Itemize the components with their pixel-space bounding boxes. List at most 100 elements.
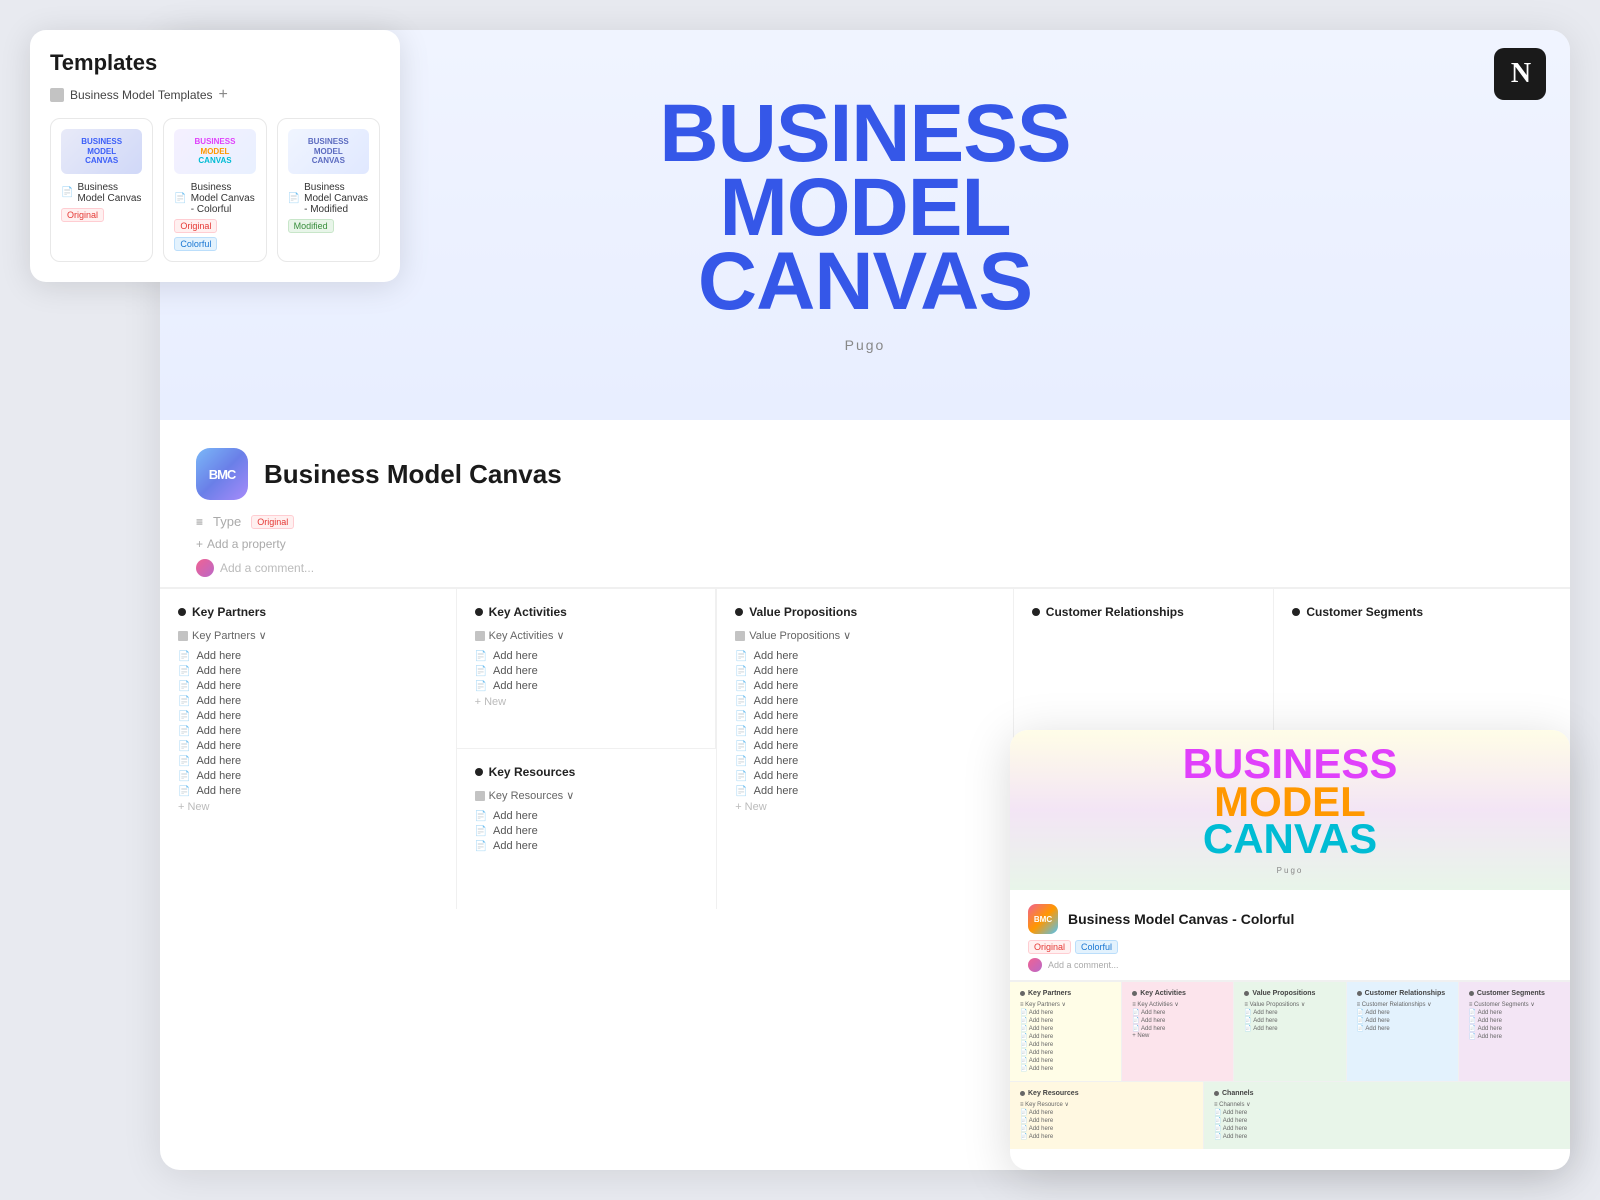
user-avatar-small (1028, 958, 1042, 972)
colorful-hero-title: BUSINESS MODEL CANVAS (1183, 745, 1398, 858)
template-card-modified[interactable]: BUSINESSMODELCANVAS 📄 Business Model Can… (277, 118, 380, 262)
colorful-tag-colorful: Colorful (1075, 940, 1118, 954)
type-value-tag: Original (251, 515, 294, 529)
bmc-icon: BMC (196, 448, 248, 500)
list-item: 📄 Add here (1020, 1009, 1111, 1016)
list-item: 📄Add here (475, 825, 699, 837)
colorful-dot (1020, 991, 1025, 996)
list-item: 📄 Add here (1469, 1009, 1560, 1016)
colorful-cell-header: Key Partners (1020, 990, 1111, 997)
list-item: 📄 Add here (1020, 1041, 1111, 1048)
colorful-card: BUSINESS MODEL CANVAS Pugo BMC Business … (1010, 730, 1570, 1170)
colorful-cell-header: Customer Relationships (1357, 990, 1448, 997)
list-item: 📄 Add here (1020, 1057, 1111, 1064)
card-tags-colorful: Original Colorful (174, 219, 255, 251)
tag-colorful: Colorful (174, 237, 217, 251)
db-icon (475, 631, 485, 641)
detail-section: BMC Business Model Canvas ≡ Type Origina… (160, 420, 1570, 588)
colorful-cell-key-resources-2: Key Resources ≡ Key Resource ∨ 📄 Add her… (1010, 1082, 1204, 1149)
list-item: 📄Add here (178, 740, 438, 752)
card-name-colorful: 📄 Business Model Canvas - Colorful (174, 182, 255, 215)
colorful-dot (1020, 1091, 1025, 1096)
colorful-cell-channels: Channels ≡ Channels ∨ 📄 Add here 📄 Add h… (1204, 1082, 1570, 1149)
templates-tab-bar: Business Model Templates + (50, 86, 380, 104)
canvas-cell-key-resources: Key Resources Key Resources ∨ 📄Add here … (457, 749, 717, 909)
hero-title: BUSINESSMODELCANVAS (659, 97, 1070, 318)
templates-panel: Templates Business Model Templates + BUS… (30, 30, 400, 282)
add-tab-button[interactable]: + (219, 86, 228, 104)
template-card-colorful[interactable]: BUSINESS MODEL CANVAS 📄 Business Model C… (163, 118, 266, 262)
list-item: 📄Add here (735, 770, 995, 782)
list-item: 📄 Add here (1020, 1017, 1111, 1024)
list-item: 📄 Add here (1020, 1033, 1111, 1040)
list-item: 📄 Add here (1020, 1133, 1193, 1140)
list-item: 📄 Add here (1020, 1065, 1111, 1072)
list-item: 📄Add here (178, 710, 438, 722)
cell-header-key-partners: Key Partners (178, 605, 438, 619)
cell-header-value-props: Value Propositions (735, 605, 995, 619)
cell-header-customer-rel: Customer Relationships (1032, 605, 1256, 619)
colorful-cell-customer-seg: Customer Segments ≡ Customer Segments ∨ … (1459, 982, 1570, 1081)
type-icon: ≡ (196, 515, 203, 529)
list-item: 📄 Add here (1469, 1025, 1560, 1032)
list-item: 📄Add here (178, 680, 438, 692)
card-tags-modified: Modified (288, 219, 369, 233)
cell-dot (1032, 608, 1040, 616)
db-icon (475, 791, 485, 801)
doc-icon: 📄 (61, 187, 73, 198)
card-name-original: 📄 Business Model Canvas (61, 182, 142, 204)
list-item: 📄Add here (178, 665, 438, 677)
user-avatar (196, 559, 214, 577)
db-icon (735, 631, 745, 641)
list-item: 📄Add here (735, 725, 995, 737)
colorful-tag-original: Original (1028, 940, 1071, 954)
colorful-cell-header: Key Activities (1132, 990, 1223, 997)
list-item: ≡ Customer Segments ∨ (1469, 1001, 1560, 1008)
banner-colorful: BUSINESS MODEL CANVAS (174, 129, 255, 174)
banner-original: BUSINESSMODELCANVAS (61, 129, 142, 174)
list-item: 📄 Add here (1244, 1025, 1335, 1032)
list-item: 📄 Add here (1020, 1117, 1193, 1124)
cell-db-value-props: Value Propositions ∨ (735, 629, 995, 642)
add-comment[interactable]: Add a comment... (196, 559, 1534, 577)
card-name-modified: 📄 Business Model Canvas - Modified (288, 182, 369, 215)
list-item: 📄 Add here (1214, 1117, 1560, 1124)
colorful-tags: Original Colorful (1028, 940, 1552, 954)
detail-title: Business Model Canvas (264, 459, 562, 490)
type-label: Type (213, 514, 241, 529)
add-property-button[interactable]: + Add a property (196, 537, 1534, 551)
tag-original-2: Original (174, 219, 217, 233)
cell-dot (1292, 608, 1300, 616)
list-item: ≡ Key Resource ∨ (1020, 1101, 1193, 1108)
cell-dot (475, 768, 483, 776)
templates-title: Templates (50, 50, 380, 76)
list-item: 📄Add here (475, 650, 698, 662)
colorful-dot (1214, 1091, 1219, 1096)
canvas-cell-value-props: Value Propositions Value Propositions ∨ … (717, 589, 1014, 909)
new-item-button[interactable]: + New (475, 696, 698, 708)
list-item: 📄 Add here (1214, 1125, 1560, 1132)
db-icon (178, 631, 188, 641)
colorful-hero: BUSINESS MODEL CANVAS Pugo (1010, 730, 1570, 890)
cell-header-customer-seg: Customer Segments (1292, 605, 1552, 619)
list-item: 📄Add here (735, 710, 995, 722)
new-item-button[interactable]: + New (178, 801, 438, 813)
banner-title-modified: BUSINESSMODELCANVAS (294, 137, 363, 166)
colorful-canvas-row-2: Key Resources ≡ Key Resource ∨ 📄 Add her… (1010, 1081, 1570, 1149)
colorful-detail: BMC Business Model Canvas - Colorful Ori… (1010, 890, 1570, 981)
cell-dot (735, 608, 743, 616)
colorful-header-row: BMC Business Model Canvas - Colorful (1028, 904, 1552, 934)
colorful-cell-header: Value Propositions (1244, 990, 1335, 997)
list-item: 📄 Add here (1244, 1017, 1335, 1024)
bmc-icon-colorful: BMC (1028, 904, 1058, 934)
list-item: ≡ Customer Relationships ∨ (1357, 1001, 1448, 1008)
new-item-button[interactable]: + New (735, 801, 995, 813)
template-card-original[interactable]: BUSINESSMODELCANVAS 📄 Business Model Can… (50, 118, 153, 262)
doc-icon: 📄 (174, 193, 186, 204)
list-item: 📄 Add here (1214, 1109, 1560, 1116)
colorful-title: Business Model Canvas - Colorful (1068, 911, 1294, 927)
colorful-cell-partners: Key Partners ≡ Key Partners ∨ 📄 Add here… (1010, 982, 1122, 1081)
list-item: 📄 Add here (1357, 1025, 1448, 1032)
list-item: 📄Add here (178, 725, 438, 737)
list-item: 📄 Add here (1132, 1017, 1223, 1024)
